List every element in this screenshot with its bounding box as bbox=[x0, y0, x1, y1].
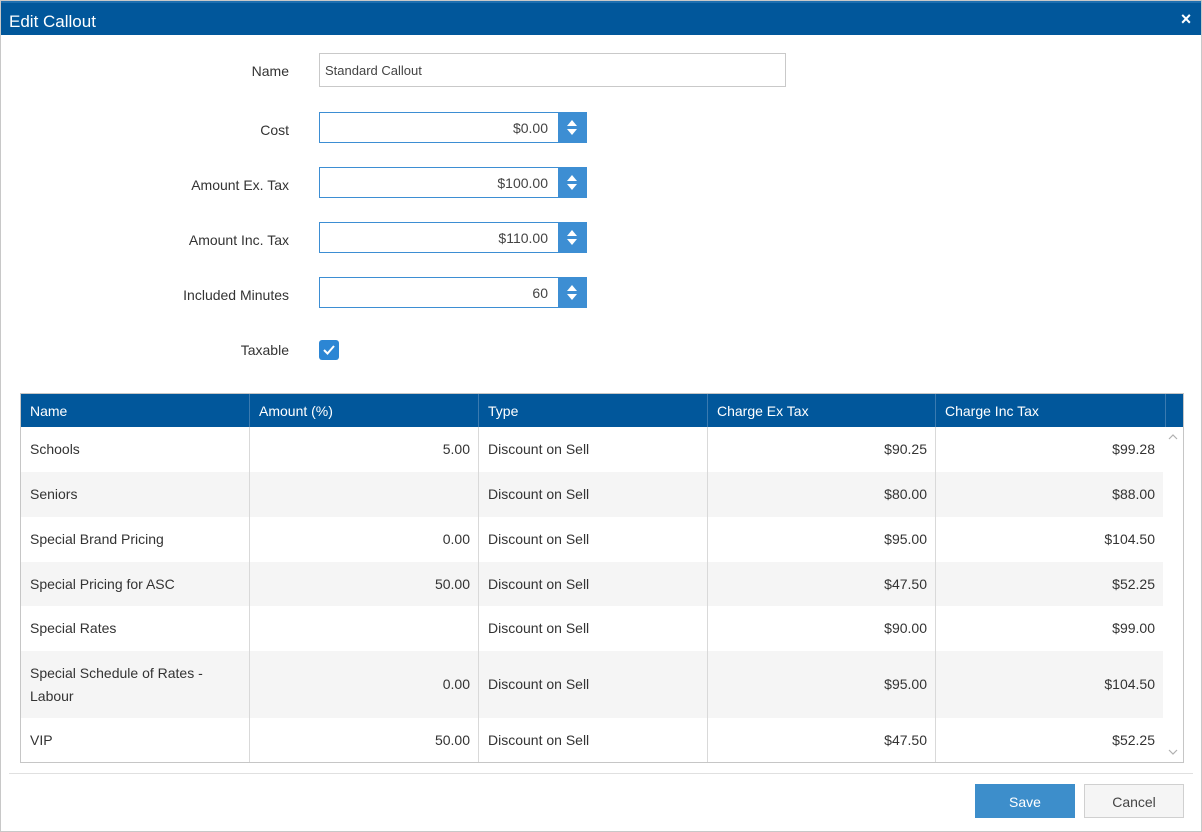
amount-inc-tax-value: $110.00 bbox=[498, 230, 548, 246]
grid-scrollbar[interactable] bbox=[1163, 427, 1183, 762]
cell-amount: 50.00 bbox=[250, 562, 479, 606]
cell-type: Discount on Sell bbox=[479, 651, 708, 718]
amount-ex-tax-spinner[interactable] bbox=[558, 168, 586, 197]
cell-charge-ex-tax: $90.00 bbox=[708, 606, 936, 651]
cell-type: Discount on Sell bbox=[479, 606, 708, 651]
cell-charge-inc-tax: $99.28 bbox=[1112, 441, 1155, 457]
spin-down-icon[interactable] bbox=[567, 129, 577, 135]
column-header-type[interactable]: Type bbox=[479, 394, 708, 427]
column-header-name[interactable]: Name bbox=[21, 394, 250, 427]
cell-charge-inc-tax: $99.00 bbox=[1112, 620, 1155, 636]
amount-ex-tax-label: Amount Ex. Tax bbox=[191, 177, 289, 193]
name-input[interactable] bbox=[319, 53, 786, 87]
cell-charge-ex-tax: $95.00 bbox=[708, 517, 936, 562]
cell-name: Special Rates bbox=[21, 606, 250, 651]
cell-amount: 5.00 bbox=[250, 427, 479, 472]
table-row[interactable]: Special Brand Pricing 0.00 Discount on S… bbox=[21, 517, 1163, 562]
column-header-charge-ex-tax[interactable]: Charge Ex Tax bbox=[708, 394, 936, 427]
table-row[interactable]: Special Schedule of Rates - Labour 0.00 … bbox=[21, 651, 1163, 718]
cell-amount: 0.00 bbox=[250, 651, 479, 718]
spin-up-icon[interactable] bbox=[567, 175, 577, 181]
table-row[interactable]: Schools 5.00 Discount on Sell $90.25 $99… bbox=[21, 427, 1163, 472]
spin-down-icon[interactable] bbox=[567, 184, 577, 190]
cell-type: Discount on Sell bbox=[479, 427, 708, 472]
column-header-amount[interactable]: Amount (%) bbox=[250, 394, 479, 427]
close-icon[interactable]: × bbox=[1178, 10, 1194, 28]
cell-amount bbox=[250, 472, 479, 517]
cost-value: $0.00 bbox=[512, 120, 548, 136]
included-minutes-label: Included Minutes bbox=[183, 287, 289, 303]
cell-name: Seniors bbox=[21, 472, 250, 517]
spin-up-icon[interactable] bbox=[567, 285, 577, 291]
edit-callout-dialog: Edit Callout × Name Cost $0.00 Amount Ex… bbox=[0, 0, 1202, 832]
chevron-down-icon[interactable] bbox=[1168, 747, 1178, 757]
cell-name: Schools bbox=[21, 427, 250, 472]
cell-charge-ex-tax: $90.25 bbox=[708, 427, 936, 472]
cell-type: Discount on Sell bbox=[479, 718, 708, 762]
spin-down-icon[interactable] bbox=[567, 239, 577, 245]
cell-amount: 50.00 bbox=[250, 718, 479, 762]
table-row[interactable]: Seniors Discount on Sell $80.00 $88.00 bbox=[21, 472, 1163, 517]
cell-charge-ex-tax: $80.00 bbox=[708, 472, 936, 517]
spin-up-icon[interactable] bbox=[567, 230, 577, 236]
cell-name: Special Schedule of Rates - Labour bbox=[21, 651, 250, 718]
cell-charge-inc-tax: $52.25 bbox=[1112, 575, 1155, 592]
table-row[interactable]: VIP 50.00 Discount on Sell $47.50 $52.25 bbox=[21, 718, 1163, 762]
cell-charge-inc-tax: $104.50 bbox=[1104, 676, 1155, 692]
cell-name: VIP bbox=[21, 718, 250, 762]
taxable-label: Taxable bbox=[240, 342, 289, 358]
amount-ex-tax-input[interactable]: $100.00 bbox=[319, 167, 587, 198]
included-minutes-input[interactable]: 60 bbox=[319, 277, 587, 308]
cell-name: Special Pricing for ASC bbox=[21, 562, 250, 606]
cell-charge-inc-tax: $88.00 bbox=[1112, 486, 1155, 502]
taxable-checkbox[interactable] bbox=[319, 340, 339, 360]
checkmark-icon bbox=[323, 345, 335, 355]
cost-input[interactable]: $0.00 bbox=[319, 112, 587, 143]
cell-charge-ex-tax: $47.50 bbox=[708, 718, 936, 762]
dialog-title: Edit Callout bbox=[9, 12, 96, 31]
cost-label: Cost bbox=[260, 122, 289, 138]
cell-amount bbox=[250, 606, 479, 651]
amount-inc-tax-spinner[interactable] bbox=[558, 223, 586, 252]
amount-ex-tax-value: $100.00 bbox=[497, 175, 548, 191]
name-label: Name bbox=[251, 63, 289, 79]
chevron-up-icon[interactable] bbox=[1168, 432, 1178, 442]
cell-type: Discount on Sell bbox=[479, 472, 708, 517]
cell-charge-ex-tax: $47.50 bbox=[708, 562, 936, 606]
discount-grid: Name Amount (%) Type Charge Ex Tax Charg… bbox=[20, 393, 1184, 763]
cell-charge-inc-tax: $52.25 bbox=[1112, 732, 1155, 748]
amount-inc-tax-label: Amount Inc. Tax bbox=[188, 232, 289, 248]
cancel-button[interactable]: Cancel bbox=[1084, 784, 1184, 818]
cell-amount: 0.00 bbox=[250, 517, 479, 562]
cell-type: Discount on Sell bbox=[479, 517, 708, 562]
column-header-charge-inc-tax[interactable]: Charge Inc Tax bbox=[936, 394, 1166, 427]
table-row[interactable]: Special Rates Discount on Sell $90.00 $9… bbox=[21, 606, 1163, 651]
cell-name: Special Brand Pricing bbox=[21, 517, 250, 562]
spin-down-icon[interactable] bbox=[567, 294, 577, 300]
spin-up-icon[interactable] bbox=[567, 120, 577, 126]
cell-charge-inc-tax: $104.50 bbox=[1104, 531, 1155, 547]
included-minutes-value: 60 bbox=[532, 285, 548, 301]
dialog-titlebar: Edit Callout × bbox=[1, 1, 1201, 35]
amount-inc-tax-input[interactable]: $110.00 bbox=[319, 222, 587, 253]
save-button[interactable]: Save bbox=[975, 784, 1075, 818]
table-row[interactable]: Special Pricing for ASC 50.00 Discount o… bbox=[21, 562, 1163, 606]
cell-charge-ex-tax: $95.00 bbox=[708, 651, 936, 718]
grid-header: Name Amount (%) Type Charge Ex Tax Charg… bbox=[21, 394, 1183, 427]
footer-divider bbox=[9, 773, 1193, 774]
cell-type: Discount on Sell bbox=[479, 562, 708, 606]
cost-spinner[interactable] bbox=[558, 113, 586, 142]
included-minutes-spinner[interactable] bbox=[558, 278, 586, 307]
